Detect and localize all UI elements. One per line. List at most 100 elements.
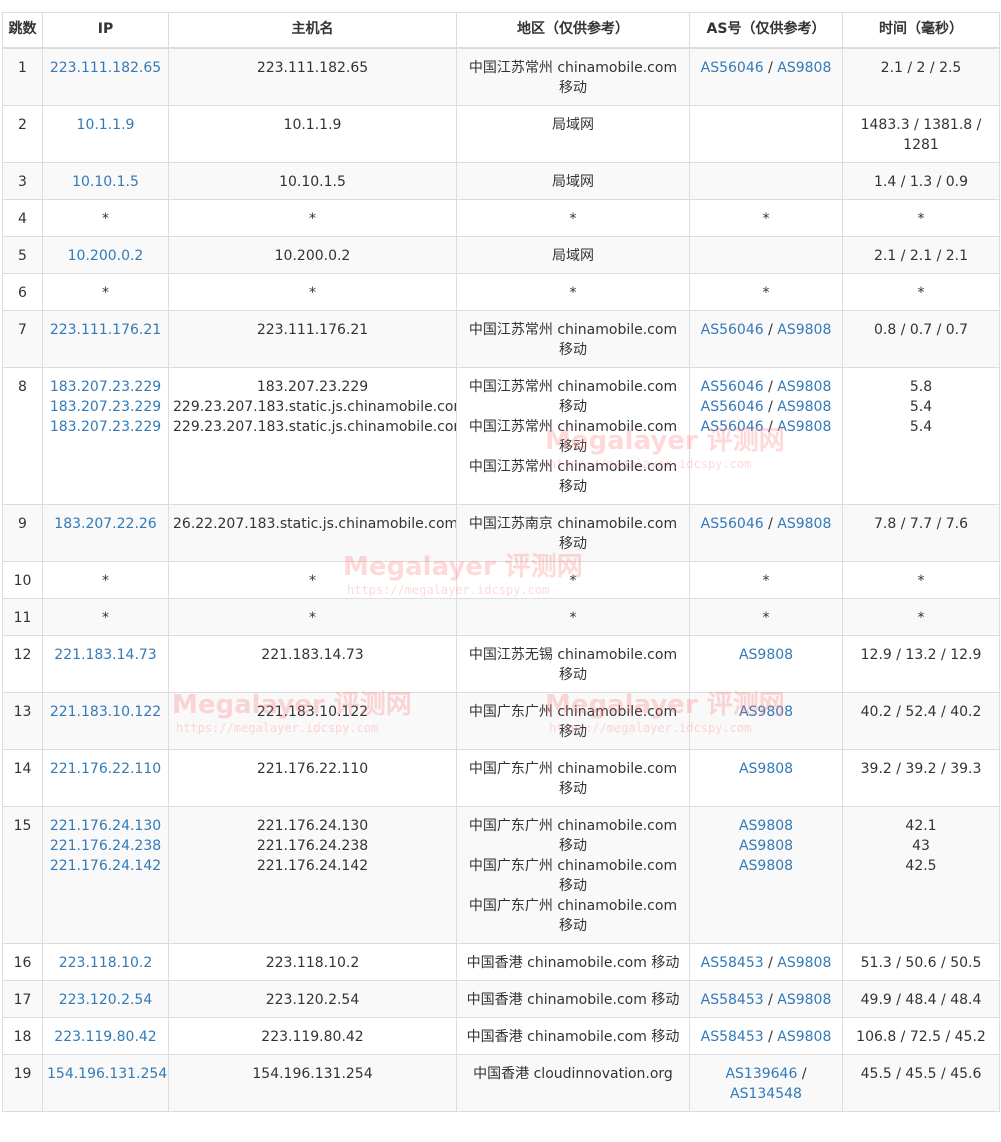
region-text: 中国广东广州 chinamobile.com 移动 [468,704,678,740]
ip-link[interactable]: 183.207.23.229 [47,417,164,437]
region-cell: * [456,561,690,599]
hostname-text: 223.111.176.21 [256,322,369,338]
time-text: 2.1 / 2 / 2.5 [880,60,962,76]
asn-link[interactable]: AS56046 [701,379,764,395]
asn-link[interactable]: AS9808 [777,992,831,1008]
asn-link[interactable]: AS58453 [701,955,764,971]
asn-cell: AS9808 [689,749,843,807]
ip-cell: 221.176.24.130 221.176.24.238 221.176.24.1… [42,806,169,944]
time-text: 106.8 / 72.5 / 45.2 [856,1029,986,1045]
asn-link[interactable]: AS139646 [725,1066,797,1082]
ip-link[interactable]: 223.111.176.21 [47,320,164,340]
time-text: 42.5 [905,858,937,874]
hop-cell: 7 [2,310,43,368]
hostname-cell: 223.120.2.54 [168,980,457,1018]
hostname-text: 10.1.1.9 [283,117,342,133]
asn-line: AS56046 / AS9808 [694,58,838,78]
asn-link[interactable]: AS58453 [701,1029,764,1045]
asn-cell: AS139646 / AS134548 [689,1054,843,1112]
region-text: * [569,211,577,227]
time-text: 39.2 / 39.2 / 39.3 [860,761,982,777]
ip-link[interactable]: 183.207.23.229 [47,397,164,417]
asn-link[interactable]: AS9808 [777,379,831,395]
asn-separator: / [763,955,778,971]
asn-link[interactable]: AS9808 [777,322,831,338]
asn-separator: / [763,1029,778,1045]
region-text: 局域网 [552,248,594,264]
table-row: 1 223.111.182.65 223.111.182.65 中国江苏常州 chin… [2,47,1000,106]
hop-cell: 5 [2,236,43,274]
ip-cell: * [42,561,169,599]
time-cell: 2.1 / 2.1 / 2.1 [842,236,1000,274]
table-row: 15 221.176.24.130 221.176.24.238 221.176.24… [2,806,1000,944]
asn-link[interactable]: AS9808 [739,838,793,854]
ip-link[interactable]: 183.207.22.26 [47,514,164,534]
asn-link[interactable]: AS9808 [739,818,793,834]
ip-cell: 154.196.131.254 [42,1054,169,1112]
asn-link[interactable]: AS56046 [701,399,764,415]
traceroute-table: 跳数 IP 主机名 地区（仅供参考） AS号（仅供参考） 时间（毫秒） 1 223… [2,12,1000,1112]
asn-link[interactable]: AS56046 [701,419,764,435]
ip-link[interactable]: 154.196.131.254 [47,1064,167,1084]
asn-line: AS9808 [694,836,838,856]
asn-link[interactable]: AS9808 [739,647,793,663]
asn-separator: / [763,60,778,76]
ip-link[interactable]: 10.1.1.9 [47,115,164,135]
asn-link[interactable]: AS56046 [701,322,764,338]
ip-link[interactable]: 183.207.23.229 [47,377,164,397]
time-cell: 0.8 / 0.7 / 0.7 [842,310,1000,368]
region-cell: * [456,598,690,636]
asn-link[interactable]: AS9808 [777,516,831,532]
ip-link[interactable]: 223.118.10.2 [47,953,164,973]
ip-link[interactable]: 221.176.24.130 [47,816,164,836]
asn-link[interactable]: AS9808 [777,419,831,435]
ip-link[interactable]: 221.176.22.110 [47,759,164,779]
asn-line: AS139646 / AS134548 [694,1064,838,1104]
asn-line: AS56046 / AS9808 [694,417,838,437]
time-cell: 45.5 / 45.5 / 45.6 [842,1054,1000,1112]
region-cell: 中国香港 chinamobile.com 移动 [456,1017,690,1055]
region-cell: 中国香港 chinamobile.com 移动 [456,943,690,981]
asn-link[interactable]: AS134548 [730,1086,802,1102]
ip-link[interactable]: 10.10.1.5 [47,172,164,192]
region-cell: * [456,199,690,237]
hop-cell: 17 [2,980,43,1018]
hostname-cell: * [168,199,457,237]
asn-link[interactable]: AS9808 [739,858,793,874]
asn-cell: AS56046 / AS9808 [689,504,843,562]
table-row: 9 183.207.22.26 26.22.207.183.static.js.ch… [2,504,1000,562]
hop-number: 6 [18,285,27,301]
asn-link[interactable]: AS9808 [777,399,831,415]
ip-link[interactable]: 223.120.2.54 [47,990,164,1010]
ip-link[interactable]: 221.183.14.73 [47,645,164,665]
asn-link[interactable]: AS9808 [777,1029,831,1045]
ip-link[interactable]: 223.111.182.65 [47,58,164,78]
asn-link[interactable]: AS9808 [777,955,831,971]
asn-link[interactable]: AS9808 [739,761,793,777]
time-text: 51.3 / 50.6 / 50.5 [860,955,982,971]
ip-empty: * [102,285,109,301]
ip-link[interactable]: 221.176.24.142 [47,856,164,876]
region-text: 中国广东广州 chinamobile.com 移动 [468,818,678,854]
asn-link[interactable]: AS9808 [777,60,831,76]
hop-number: 11 [13,610,32,626]
hostname-text: 223.111.182.65 [256,60,369,76]
ip-link[interactable]: 223.119.80.42 [47,1027,164,1047]
asn-link[interactable]: AS56046 [701,516,764,532]
asn-link[interactable]: AS58453 [701,992,764,1008]
ip-link[interactable]: 221.176.24.238 [47,836,164,856]
region-text: 中国江苏常州 chinamobile.com 移动 [468,459,678,495]
ip-link[interactable]: 221.183.10.122 [47,702,164,722]
asn-link[interactable]: AS56046 [701,60,764,76]
ip-link[interactable]: 10.200.0.2 [47,246,164,266]
hostname-text: 229.23.207.183.static.js.chinamobile.com [173,419,457,435]
hostname-cell: 223.111.182.65 [168,47,457,106]
ip-cell: * [42,598,169,636]
hop-number: 19 [13,1066,32,1082]
hostname-text: * [309,573,316,589]
hostname-cell: * [168,273,457,311]
region-text: 中国江苏常州 chinamobile.com 移动 [468,322,678,358]
asn-separator: / [797,1066,807,1082]
hop-number: 3 [18,174,27,190]
asn-link[interactable]: AS9808 [739,704,793,720]
